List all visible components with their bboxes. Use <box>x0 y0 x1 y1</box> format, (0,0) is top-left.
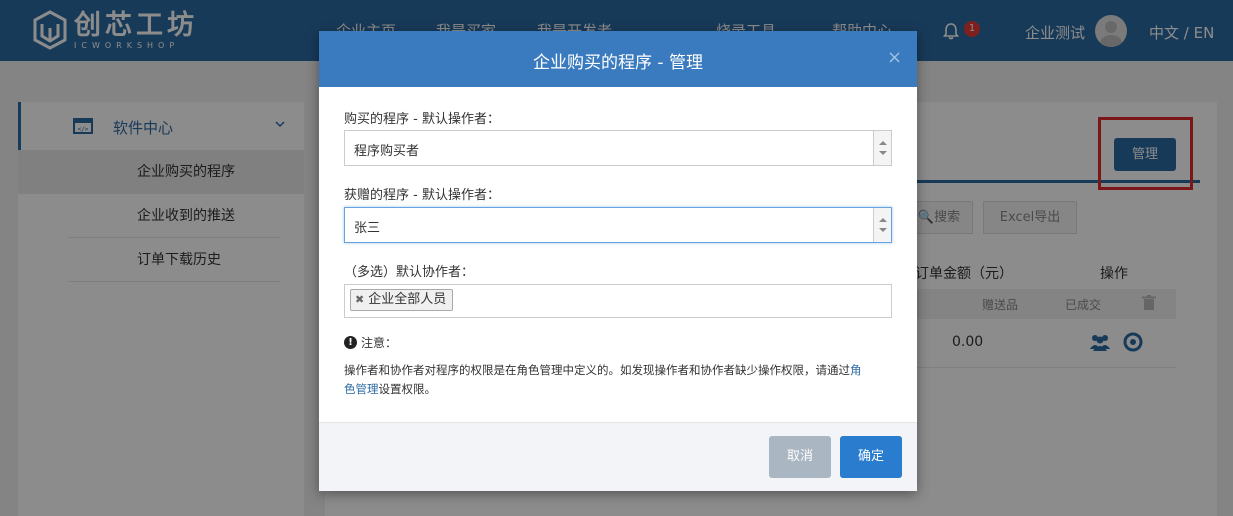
note-body: 操作者和协作者对程序的权限是在角色管理中定义的。如发现操作者和协作者缺少操作权限… <box>344 361 896 399</box>
confirm-button[interactable]: 确定 <box>840 436 902 478</box>
purchased-operator-label: 购买的程序 - 默认操作者： <box>344 112 500 127</box>
remove-tag-icon[interactable]: ✖ <box>355 290 364 310</box>
close-icon[interactable]: × <box>887 47 902 68</box>
collaborator-tag: ✖ 企业全部人员 <box>350 289 454 311</box>
note-text-2: 设置权限。 <box>378 382 437 396</box>
purchased-operator-select[interactable]: 程序购买者 <box>344 130 892 166</box>
manage-modal: 企业购买的程序 - 管理 × 购买的程序 - 默认操作者： 程序购买者 获赠的程… <box>319 31 917 491</box>
gifted-operator-value: 张三 <box>354 221 381 236</box>
modal-title: 企业购买的程序 - 管理 <box>533 53 703 73</box>
role-management-link[interactable]: 角 <box>850 363 862 377</box>
collaborator-tag-label: 企业全部人员 <box>368 292 447 307</box>
collaborator-multiselect[interactable]: ✖ 企业全部人员 <box>344 284 892 318</box>
note-text-1: 操作者和协作者对程序的权限是在角色管理中定义的。如发现操作者和协作者缺少操作权限… <box>344 363 850 377</box>
cancel-button[interactable]: 取消 <box>769 436 831 478</box>
select-arrow-icon <box>873 131 891 165</box>
select-arrow-icon <box>873 208 891 242</box>
purchased-operator-value: 程序购买者 <box>354 144 420 159</box>
role-management-link-cont[interactable]: 色管理 <box>344 382 379 396</box>
gifted-operator-label: 获赠的程序 - 默认操作者： <box>344 188 500 203</box>
gifted-operator-select[interactable]: 张三 <box>344 207 892 243</box>
exclamation-icon: ! <box>344 336 357 349</box>
collaborator-label: （多选）默认协作者： <box>344 265 475 280</box>
modal-footer: 取消 确定 <box>319 422 917 491</box>
note-heading: ! 注意： <box>344 334 397 351</box>
note-title: 注意： <box>361 336 398 350</box>
modal-header: 企业购买的程序 - 管理 × <box>319 31 917 87</box>
